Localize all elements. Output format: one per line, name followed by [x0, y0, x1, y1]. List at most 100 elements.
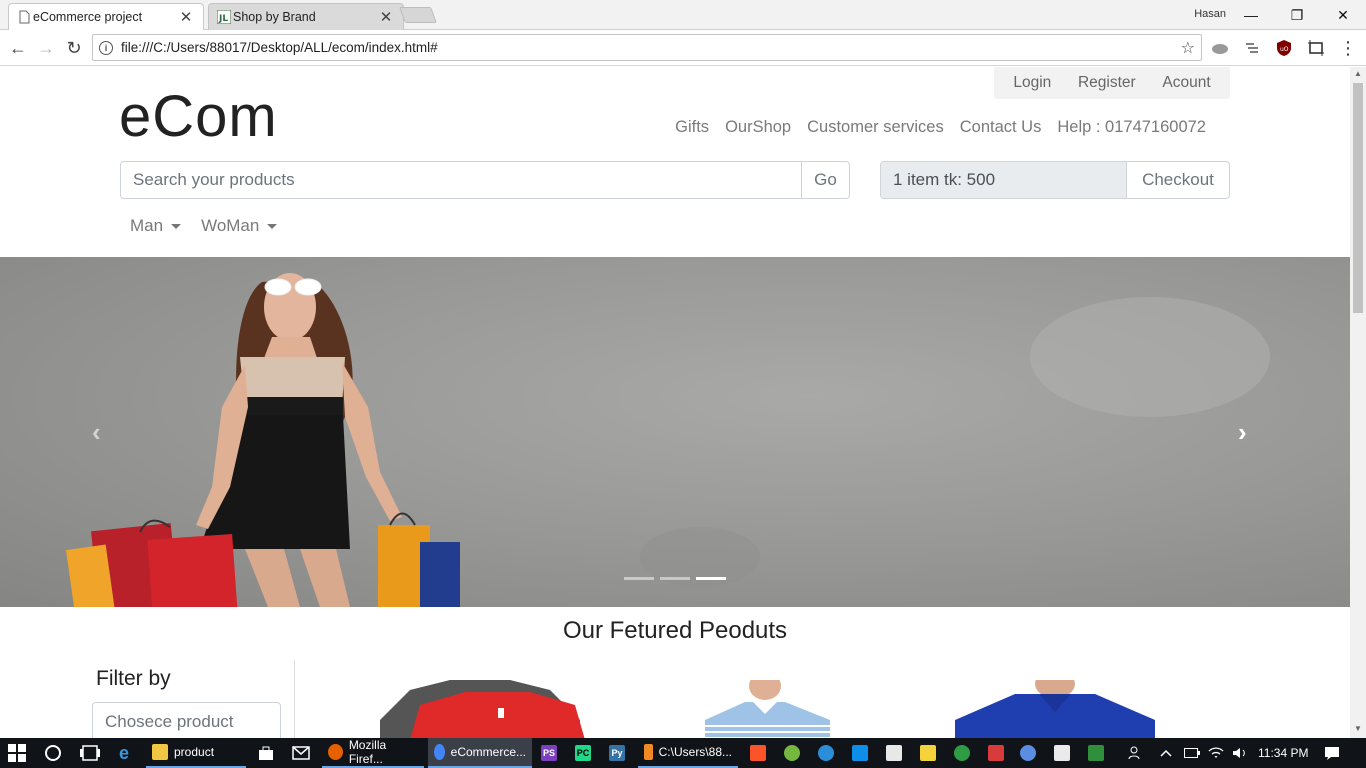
cart-widget: 1 item tk: 500 Checkout — [880, 161, 1230, 199]
store-icon[interactable] — [258, 738, 274, 768]
ublock-shield-icon[interactable]: uO — [1274, 38, 1294, 58]
brave-icon[interactable] — [750, 738, 766, 768]
battery-icon[interactable] — [1184, 738, 1200, 768]
forward-button[interactable]: → — [34, 36, 58, 60]
folder-icon — [152, 744, 168, 760]
checkout-button[interactable]: Checkout — [1126, 162, 1229, 198]
sublime-icon — [644, 744, 653, 760]
jl-favicon-icon: JL — [216, 9, 232, 25]
info-icon[interactable]: i — [99, 40, 113, 55]
new-tab-button[interactable] — [399, 7, 437, 23]
product-image-tshirts[interactable] — [380, 680, 590, 738]
mail-icon[interactable] — [292, 738, 310, 768]
product-filter-select[interactable]: Chosece product — [92, 702, 281, 738]
category-menu: Man WoMan — [130, 216, 278, 236]
sidebar-divider — [294, 660, 295, 738]
tab-shop-by-brand[interactable]: JL Shop by Brand ✕ — [208, 3, 404, 30]
account-link[interactable]: Acount — [1162, 74, 1210, 92]
task-view-icon[interactable] — [80, 738, 100, 768]
photos-icon[interactable] — [886, 738, 902, 768]
carousel-indicator-2[interactable] — [660, 577, 690, 580]
cortana-search-icon[interactable] — [44, 738, 62, 768]
search-go-button[interactable]: Go — [801, 162, 849, 198]
extension-list-icon[interactable] — [1242, 38, 1262, 58]
page-scrollbar[interactable]: ▲ ▼ — [1350, 67, 1366, 738]
taskbar-app-label: C:\Users\88... — [658, 745, 732, 759]
taskbar-app-sublime[interactable]: C:\Users\88... — [638, 738, 738, 768]
edge-browser-icon[interactable]: e — [116, 738, 132, 768]
category-woman-dropdown[interactable]: WoMan — [201, 216, 278, 236]
screenshot-extension-icon[interactable] — [1306, 38, 1326, 58]
pycharm-icon[interactable]: PC — [575, 738, 591, 768]
python-icon[interactable]: Py — [609, 738, 625, 768]
extension-cloud-icon[interactable] — [1210, 38, 1230, 58]
profile-name[interactable]: Hasan — [1194, 8, 1226, 20]
action-center-icon[interactable] — [1324, 738, 1340, 768]
tab-ecommerce-project[interactable]: eCommerce project ✕ — [8, 3, 204, 30]
firefox-icon — [328, 744, 343, 760]
search-input[interactable] — [121, 162, 801, 198]
chevron-up-icon[interactable] — [1160, 738, 1172, 768]
phpstorm-icon[interactable]: PS — [541, 738, 557, 768]
tab-close-icon[interactable]: ✕ — [179, 8, 193, 26]
site-logo[interactable]: eCom — [119, 83, 278, 150]
back-button[interactable]: ← — [6, 36, 30, 60]
red-app-icon[interactable] — [988, 738, 1004, 768]
taskbar-clock[interactable]: 11:34 PM — [1258, 746, 1308, 760]
taskbar-app-firefox[interactable]: Mozilla Firef... — [322, 738, 424, 768]
minimize-button[interactable]: — — [1228, 0, 1274, 30]
carousel-indicators — [624, 577, 726, 580]
volume-icon[interactable] — [1232, 738, 1248, 768]
hero-carousel: ‹ › — [0, 257, 1350, 607]
taskbar-app-label: product — [174, 745, 215, 759]
bookmark-star-icon[interactable]: ☆ — [1181, 38, 1195, 58]
tab-close-icon[interactable]: ✕ — [379, 8, 393, 26]
browser-menu-icon[interactable]: ⋮ — [1338, 38, 1358, 58]
excel-like-icon[interactable] — [1088, 738, 1104, 768]
nav-customer-services[interactable]: Customer services — [807, 118, 944, 137]
carousel-indicator-1[interactable] — [624, 577, 654, 580]
page-icon — [17, 10, 31, 24]
carousel-next-icon[interactable]: › — [1238, 417, 1247, 448]
featured-products-heading: Our Fetured Peoduts — [562, 617, 788, 644]
scroll-up-icon[interactable]: ▲ — [1354, 69, 1362, 78]
carousel-indicator-3[interactable] — [696, 577, 726, 580]
login-link[interactable]: Login — [1013, 74, 1051, 92]
nav-ourshop[interactable]: OurShop — [725, 118, 791, 137]
register-link[interactable]: Register — [1078, 74, 1136, 92]
carousel-prev-icon[interactable]: ‹ — [92, 417, 101, 448]
download-manager-icon[interactable] — [818, 738, 834, 768]
nav-contact-us[interactable]: Contact Us — [960, 118, 1042, 137]
taskbar-app-product[interactable]: product — [146, 738, 246, 768]
reload-button[interactable]: ↻ — [62, 36, 86, 60]
product-image-striped-shirt[interactable] — [705, 680, 835, 738]
taskbar-app-chrome[interactable]: eCommerce... — [428, 738, 532, 768]
sticky-notes-icon[interactable] — [920, 738, 936, 768]
svg-text:uO: uO — [1280, 46, 1289, 53]
caret-down-icon — [171, 224, 182, 230]
close-window-button[interactable]: ✕ — [1320, 0, 1366, 30]
tab-title: Shop by Brand — [233, 10, 316, 24]
utorrent-icon[interactable] — [784, 738, 800, 768]
people-icon[interactable] — [1128, 738, 1144, 768]
address-bar[interactable]: i file:///C:/Users/88017/Desktop/ALL/eco… — [92, 34, 1202, 61]
windows-taskbar: e product Mozilla Firef... eCommerce... … — [0, 738, 1366, 768]
url-text: file:///C:/Users/88017/Desktop/ALL/ecom/… — [121, 40, 438, 55]
product-search: Go — [120, 161, 850, 199]
category-man-dropdown[interactable]: Man — [130, 216, 182, 236]
teamviewer-icon[interactable] — [852, 738, 868, 768]
nav-help-phone[interactable]: Help : 01747160072 — [1057, 118, 1206, 137]
blue-check-app-icon[interactable] — [1020, 738, 1036, 768]
main-navigation: Gifts OurShop Customer services Contact … — [675, 118, 1206, 137]
scrollbar-thumb[interactable] — [1353, 83, 1363, 313]
restore-button[interactable]: ❐ — [1274, 0, 1320, 30]
globe-app-icon[interactable] — [954, 738, 970, 768]
product-image-blue-shirt[interactable] — [955, 680, 1155, 738]
wifi-icon[interactable] — [1208, 738, 1224, 768]
scroll-down-icon[interactable]: ▼ — [1354, 724, 1362, 733]
start-windows-icon[interactable] — [8, 738, 26, 768]
filter-heading: Filter by — [96, 667, 171, 690]
cart-summary: 1 item tk: 500 — [881, 162, 1126, 198]
nav-gifts[interactable]: Gifts — [675, 118, 709, 137]
snipping-tool-icon[interactable] — [1054, 738, 1070, 768]
